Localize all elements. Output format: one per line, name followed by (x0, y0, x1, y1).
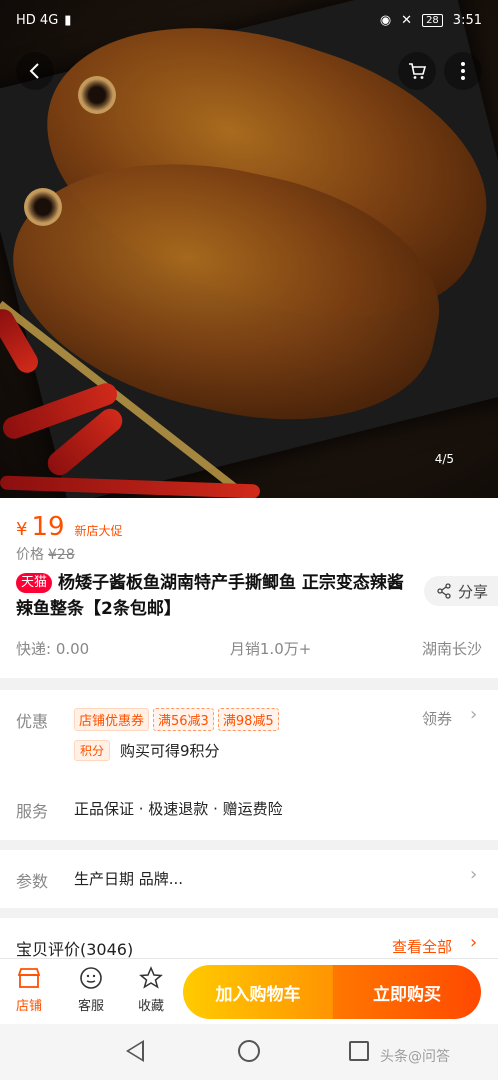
store-icon (16, 965, 42, 991)
back-button[interactable] (16, 52, 54, 90)
fish-eye (24, 188, 62, 226)
buy-now-button[interactable]: 立即购买 (333, 965, 481, 1019)
image-counter: 4/5 (434, 452, 454, 466)
signal-icon: ▮ (64, 12, 72, 28)
promo-service-card: 优惠 店铺优惠券 满56减3 满98减5 领券 › 积分 购买可得9积分 服务 正品… (0, 690, 498, 840)
product-title: 杨矮子酱板鱼湖南特产手撕鲫鱼 正宗变态辣酱辣鱼整条【2条包邮】 (16, 573, 404, 619)
price-row: ¥ 19 新店大促 (16, 512, 123, 542)
tmall-badge: 天猫 (16, 573, 53, 593)
cart-button[interactable] (398, 52, 436, 90)
shop-label: 店铺 (15, 999, 42, 1014)
points-row: 积分 购买可得9积分 (74, 740, 220, 761)
shop-button[interactable]: 店铺 (4, 965, 54, 1014)
coupon-shop[interactable]: 店铺优惠券 (74, 708, 150, 731)
fish-eye (78, 76, 116, 114)
eye-icon: ◉ (379, 12, 392, 28)
claim-coupon-link[interactable]: 领券 (422, 708, 452, 729)
chevron-right-icon[interactable]: › (470, 704, 477, 725)
params-label: 参数 (16, 872, 49, 891)
coupon-item[interactable]: 满98减5 (217, 708, 279, 731)
chevron-right-icon[interactable]: › (470, 932, 477, 953)
star-icon (138, 965, 164, 991)
view-all-link[interactable]: 查看全部 (392, 936, 452, 957)
share-label: 分享 (458, 582, 489, 601)
coupon-list[interactable]: 店铺优惠券 满56减3 满98减5 (74, 708, 283, 731)
product-title-block: 天猫 杨矮子酱板鱼湖南特产手撕鲫鱼 正宗变态辣酱辣鱼整条【2条包邮】 (16, 570, 416, 622)
chat-face-icon (78, 965, 104, 991)
status-bar: HD 4G ▮ ◉ ✕ 28 3:51 (0, 0, 498, 40)
service-label: 服务 (16, 802, 49, 821)
promo-label: 优惠 (16, 712, 49, 731)
mute-icon: ✕ (401, 12, 413, 28)
system-recents-icon[interactable] (349, 1041, 369, 1061)
meta-row: 快递: 0.00 月销1.0万+ 湖南长沙 (16, 638, 482, 659)
more-vertical-icon (461, 62, 465, 80)
clock: 3:51 (452, 12, 482, 28)
battery-icon: 28 (422, 13, 443, 27)
share-button[interactable]: 分享 (424, 576, 498, 606)
cart-icon (409, 63, 427, 79)
chevron-left-icon (29, 63, 39, 79)
coupon-item[interactable]: 满56减3 (153, 708, 214, 731)
favorite-label: 收藏 (137, 999, 164, 1014)
bottom-action-bar: 店铺 客服 收藏 加入购物车 立即购买 (0, 958, 498, 1024)
share-icon (437, 583, 451, 599)
ship-location: 湖南长沙 (421, 640, 482, 658)
favorite-button[interactable]: 收藏 (126, 965, 176, 1014)
reviews-title: 宝贝评价(3046) (16, 940, 134, 959)
service-label: 客服 (77, 999, 104, 1014)
price-value: 19 (31, 512, 65, 542)
more-button[interactable] (444, 52, 482, 90)
service-text[interactable]: 正品保证 · 极速退款 · 赠运费险 (74, 798, 283, 819)
shipping-fee: 快递: 0.00 (16, 640, 90, 658)
original-price-label: 价格 (16, 547, 44, 563)
currency-symbol: ¥ (16, 519, 28, 540)
network-indicator: HD 4G (16, 12, 59, 28)
watermark: 头条@问答 (380, 1049, 450, 1065)
original-price-row: 价格 ¥28 (16, 544, 75, 564)
params-text: 生产日期 品牌... (74, 870, 184, 888)
system-back-icon[interactable] (126, 1040, 144, 1062)
monthly-sales: 月销1.0万+ (229, 640, 312, 658)
chevron-right-icon: › (470, 864, 478, 885)
price-card: ¥ 19 新店大促 价格 ¥28 天猫 杨矮子酱板鱼湖南特产手撕鲫鱼 正宗变态辣酱辣… (0, 498, 498, 678)
params-row[interactable]: 参数 生产日期 品牌... › (0, 850, 498, 908)
promo-tag: 新店大促 (74, 524, 123, 538)
system-home-icon[interactable] (238, 1040, 260, 1062)
original-price: ¥28 (48, 547, 75, 563)
points-text: 购买可得9积分 (120, 742, 220, 760)
points-badge: 积分 (74, 740, 111, 761)
add-to-cart-button[interactable]: 加入购物车 (183, 965, 333, 1019)
customer-service-button[interactable]: 客服 (66, 965, 116, 1014)
